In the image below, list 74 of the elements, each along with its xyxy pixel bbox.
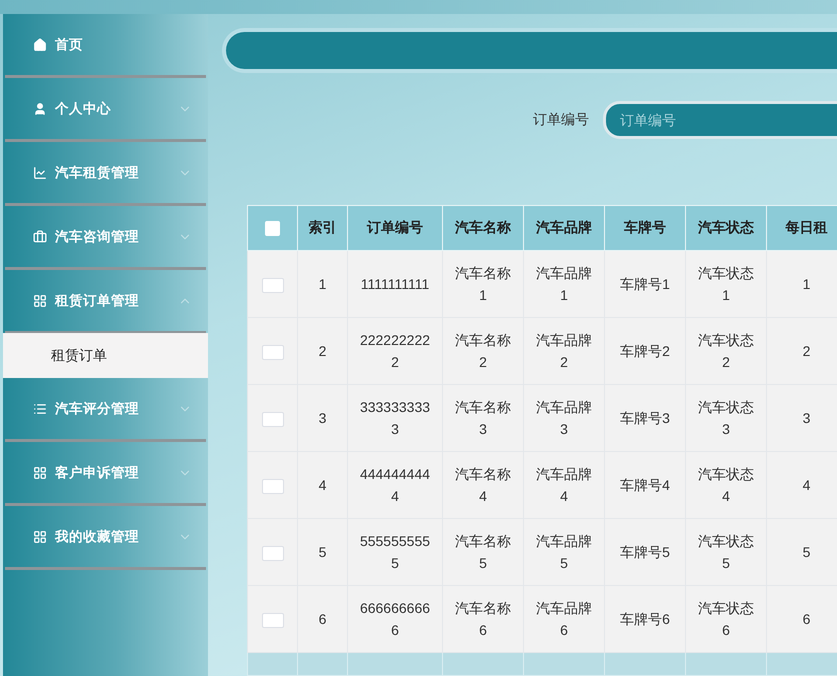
table-cell-text: 2 xyxy=(802,342,812,361)
table-cell-text: 3 xyxy=(318,409,328,428)
table-cell-text: 汽车品牌5 xyxy=(535,532,593,573)
table-cell-text: 车牌号5 xyxy=(619,543,671,562)
table-cell-text: 汽车品牌3 xyxy=(535,398,593,439)
table-cell-text: 6 xyxy=(318,610,328,629)
table-cell-text: 3333333333 xyxy=(358,398,432,439)
row-checkbox[interactable] xyxy=(262,344,284,360)
table-cell-text: 汽车状态6 xyxy=(697,599,755,640)
sidebar-item[interactable]: 个人中心 xyxy=(5,78,206,142)
search-label: 订单编号 xyxy=(533,111,589,129)
sidebar-item[interactable]: 汽车租赁管理 xyxy=(5,142,206,206)
table-cell-text: 5555555555 xyxy=(358,532,432,573)
table-cell-text: 汽车名称6 xyxy=(454,599,512,640)
menu-item-icon xyxy=(33,530,47,544)
table-cell-text: 2222222222 xyxy=(358,331,432,372)
column-header: 车牌号 xyxy=(604,206,686,250)
table-cell-text: 4444444444 xyxy=(358,465,432,506)
table-cell-text: 汽车名称1 xyxy=(454,264,512,305)
row-checkbox[interactable] xyxy=(262,478,284,494)
menu-item-icon xyxy=(33,102,47,116)
table-cell-text: 1 xyxy=(318,275,328,294)
column-header: 汽车状态 xyxy=(686,206,766,250)
table-cell-text: 3 xyxy=(802,409,812,428)
select-all-checkbox[interactable] xyxy=(265,221,280,236)
table-cell-text: 4 xyxy=(802,476,812,495)
table-cell-text: 1 xyxy=(802,275,812,294)
sidebar-item[interactable]: 客户申诉管理 xyxy=(5,442,206,506)
table-cell-text: 车牌号2 xyxy=(619,342,671,361)
table-cell-text: 车牌号6 xyxy=(619,610,671,629)
table-cell-text: 汽车品牌6 xyxy=(535,599,593,640)
table-cell-text: 汽车名称2 xyxy=(454,331,512,372)
table-cell-text: 5 xyxy=(318,543,328,562)
menu-item-icon xyxy=(33,402,47,416)
table-cell-text: 车牌号4 xyxy=(619,476,671,495)
table-cell-text: 2 xyxy=(318,342,328,361)
table-cell-text: 汽车名称3 xyxy=(454,398,512,439)
table-cell-text: 汽车状态3 xyxy=(697,398,755,439)
row-checkbox[interactable] xyxy=(262,612,284,628)
table-cell-text: 车牌号3 xyxy=(619,409,671,428)
table-cell-text: 汽车品牌1 xyxy=(535,264,593,305)
table-cell-text: 6666666666 xyxy=(358,599,432,640)
sidebar-item[interactable]: 汽车评分管理 xyxy=(5,378,206,442)
table-cell-text: 5 xyxy=(802,543,812,562)
table-cell-text: 汽车状态1 xyxy=(697,264,755,305)
table-cell-text: 汽车名称5 xyxy=(454,532,512,573)
search-field[interactable]: 订单编号 xyxy=(603,101,837,139)
table-cell-text: 4 xyxy=(318,476,328,495)
menu-item-icon xyxy=(33,294,47,308)
table-cell-text: 汽车名称4 xyxy=(454,465,512,506)
menu-item-icon xyxy=(33,230,47,244)
row-checkbox[interactable] xyxy=(262,278,284,293)
table-cell-text: 车牌号1 xyxy=(619,275,671,294)
table-cell-text: 1111111111 xyxy=(360,275,430,294)
column-header: 汽车名称 xyxy=(442,206,524,250)
row-checkbox[interactable] xyxy=(262,412,284,427)
table-cell-text: 汽车状态2 xyxy=(697,331,755,372)
sidebar-item[interactable]: 首页 xyxy=(5,14,206,78)
table-cell-text: 6 xyxy=(802,610,812,629)
column-header: 索引 xyxy=(298,206,348,250)
sidebar-item[interactable]: 我的收藏管理 xyxy=(5,506,206,570)
sidebar-item[interactable]: 汽车咨询管理 xyxy=(5,206,206,270)
column-header: 汽车品牌 xyxy=(524,206,604,250)
table-cell-text: 汽车品牌4 xyxy=(535,465,593,506)
row-checkbox[interactable] xyxy=(262,546,284,561)
menu-item-icon xyxy=(33,166,47,180)
table-cell-text: 汽车品牌2 xyxy=(535,331,593,372)
column-header: 订单编号 xyxy=(348,206,442,250)
menu-item-icon xyxy=(33,38,47,52)
menu-item-icon xyxy=(33,466,47,480)
column-header: 每日租 xyxy=(766,206,837,250)
submenu-item[interactable]: 租赁订单 xyxy=(3,333,208,378)
table-cell-text: 汽车状态5 xyxy=(697,532,755,573)
table-cell-text: 汽车状态4 xyxy=(697,465,755,506)
